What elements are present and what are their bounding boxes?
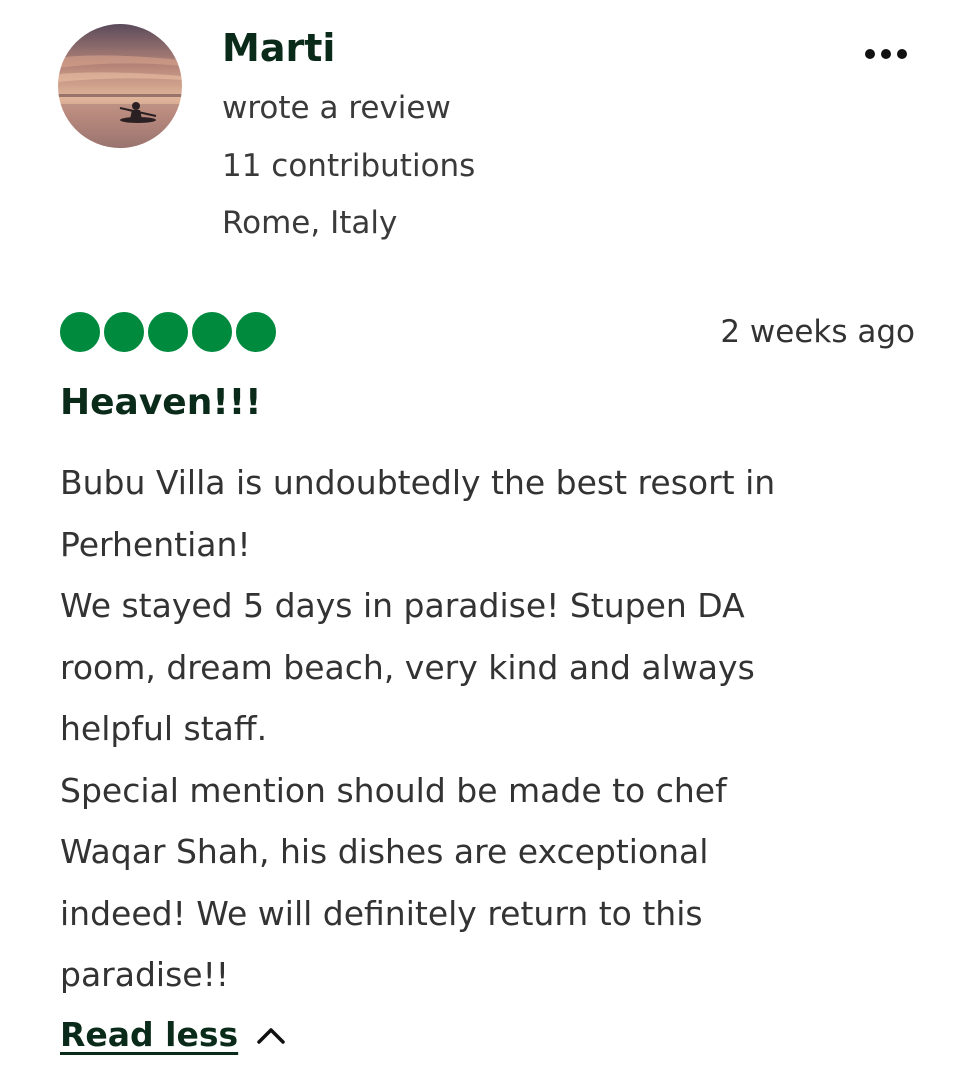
- chevron-up-icon[interactable]: [256, 1025, 286, 1045]
- review-body-line: paradise!!: [60, 955, 230, 994]
- avatar[interactable]: [58, 24, 182, 148]
- review-body-line: Perhentian!: [60, 524, 251, 564]
- review-date: 2 weeks ago: [720, 314, 915, 350]
- review-body-line: Special mention should be made to chef: [60, 770, 727, 810]
- review-body-line: Bubu Villa is undoubtedly the best resor…: [60, 463, 776, 502]
- menu-dot: [897, 49, 907, 59]
- read-less-button[interactable]: Read less: [60, 1010, 286, 1060]
- review-body-line: room, dream beach, very kind and always: [60, 647, 755, 687]
- review-body-line: helpful staff.: [60, 709, 268, 748]
- review-body-line: Waqar Shah, his dishes are exceptional: [60, 832, 709, 871]
- rating-bubble-filled: [236, 312, 276, 352]
- review-title: Heaven!!!: [60, 382, 262, 423]
- rating-bubbles: [60, 312, 276, 352]
- contributions-count: 11 contributions: [222, 148, 476, 184]
- review-body: Bubu Villa is undoubtedly the best resor…: [60, 452, 920, 1006]
- reviewer-name[interactable]: Marti: [222, 24, 335, 72]
- rating-bubble-filled: [104, 312, 144, 352]
- rating-bubble-filled: [192, 312, 232, 352]
- menu-dot: [881, 49, 891, 59]
- menu-dot: [865, 49, 875, 59]
- read-less-label[interactable]: Read less: [60, 1010, 238, 1060]
- rating-bubble-filled: [148, 312, 188, 352]
- more-options-icon[interactable]: [858, 36, 914, 72]
- review-body-line: We stayed 5 days in paradise! Stupen DA: [60, 586, 745, 625]
- reviewer-location: Rome, Italy: [222, 205, 398, 241]
- review-body-line: indeed! We will definitely return to thi…: [60, 893, 703, 933]
- kayak-sunset-photo: [58, 24, 182, 148]
- rating-bubble-filled: [60, 312, 100, 352]
- review-action-text: wrote a review: [222, 90, 451, 126]
